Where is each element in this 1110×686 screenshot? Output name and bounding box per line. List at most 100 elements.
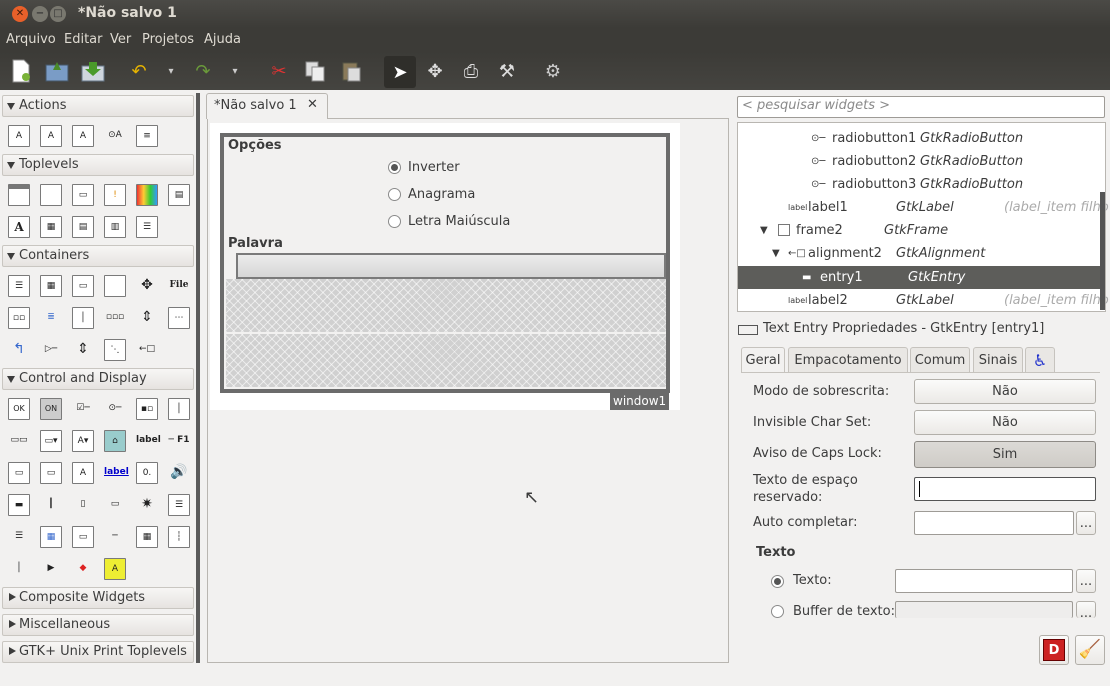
assistant-icon[interactable]: ▥ [104, 216, 126, 238]
tab-geral[interactable]: Geral [741, 347, 785, 373]
combo-text-icon[interactable]: A▾ [72, 430, 94, 452]
color-dialog-icon[interactable] [136, 184, 158, 206]
accel-label-icon[interactable]: ─ F1 [168, 430, 190, 452]
search-widgets-input[interactable]: < pesquisar widgets > [737, 96, 1105, 118]
spinner-icon[interactable]: ✷ [136, 494, 158, 516]
menu-ver[interactable]: Ver [110, 32, 131, 47]
vseparator-icon[interactable]: │ [8, 558, 30, 580]
toggle-action-icon[interactable]: A [40, 125, 62, 147]
combo-entry-icon[interactable]: ▭▾ [40, 430, 62, 452]
textview-icon[interactable]: ☰ [168, 494, 190, 516]
tree-row[interactable]: ⊙─ radiobutton1 GtkRadioButton [738, 127, 1104, 150]
action-icon[interactable]: A [8, 125, 30, 147]
fixed-icon[interactable]: ✥ [136, 275, 158, 297]
tab-accessibility-icon[interactable]: ♿ [1025, 347, 1055, 373]
frame-icon[interactable] [104, 275, 126, 297]
undo-dropdown-icon[interactable]: ▾ [158, 58, 184, 84]
redo-icon[interactable]: ↷ [190, 58, 216, 84]
vscrollbar-icon[interactable]: ▯ [72, 494, 94, 516]
preferences-gears-icon[interactable]: ⚙ [540, 58, 566, 84]
minimize-icon[interactable]: − [32, 6, 48, 22]
radio-action-icon[interactable]: A [72, 125, 94, 147]
paste-icon[interactable] [338, 58, 364, 84]
category-gtk-unix-print[interactable]: GTK+ Unix Print Toplevels [2, 641, 194, 663]
notebook-icon[interactable]: ▭ [72, 275, 94, 297]
texto-radio[interactable] [771, 575, 784, 588]
buffer-radio[interactable] [771, 605, 784, 618]
layout-icon[interactable]: ⋱ [104, 339, 126, 361]
clear-broom-icon[interactable]: 🧹 [1075, 635, 1105, 665]
tab-comum[interactable]: Comum [910, 347, 970, 373]
tree-scrollbar[interactable] [1100, 192, 1105, 310]
maximize-icon[interactable]: □ [50, 6, 66, 22]
status-icon-icon[interactable]: A [104, 558, 126, 580]
placeholder-text-input[interactable] [914, 477, 1096, 501]
tree-row[interactable]: label label1 GtkLabel (label_item filho [738, 196, 1109, 219]
tree-row[interactable]: ⊙─ radiobutton2 GtkRadioButton [738, 150, 1104, 173]
about-dialog-icon[interactable]: ▦ [40, 216, 62, 238]
recent-action-icon[interactable]: ⊙A [104, 125, 126, 147]
palette-divider[interactable] [196, 93, 200, 663]
dialog-icon[interactable]: ▭ [72, 184, 94, 206]
tree-view-icon[interactable]: ☰ [8, 526, 30, 548]
radio-button-icon[interactable]: ⊙─ [104, 398, 126, 420]
buffer-ellipsis-button[interactable]: ... [1076, 601, 1096, 621]
category-miscellaneous[interactable]: Miscellaneous [2, 614, 194, 636]
font-dialog-icon[interactable]: A [8, 216, 30, 238]
recent-chooser-icon[interactable]: ▤ [72, 216, 94, 238]
menu-ajuda[interactable]: Ajuda [204, 32, 241, 47]
expander-icon[interactable]: ⇕ [136, 307, 158, 329]
drag-camera-icon[interactable]: ⎙ [458, 58, 484, 84]
tree-row-selected[interactable]: ▬ entry1 GtkEntry [738, 266, 1104, 289]
statusbar-icon[interactable]: ▭ [72, 526, 94, 548]
category-control-display[interactable]: Control and Display [2, 368, 194, 390]
menu-arquivo[interactable]: Arquivo [6, 32, 56, 47]
cut-icon[interactable]: ✂ [266, 58, 292, 84]
copy-icon[interactable] [302, 58, 328, 84]
placeholder-slot[interactable] [226, 334, 666, 387]
tab-close-icon[interactable]: ✕ [307, 97, 318, 112]
action-group-icon[interactable]: ≡ [136, 125, 158, 147]
menu-projetos[interactable]: Projetos [142, 32, 194, 47]
tab-empacotamento[interactable]: Empacotamento [788, 347, 908, 373]
open-file-icon[interactable] [44, 58, 70, 84]
auto-complete-input[interactable] [914, 511, 1074, 535]
image-icon[interactable]: ⌂ [104, 430, 126, 452]
auto-complete-ellipsis-button[interactable]: ... [1076, 511, 1096, 535]
drag-tool-icon[interactable]: ⚒ [494, 58, 520, 84]
entry1-preview[interactable] [236, 253, 666, 279]
toolbar-icon[interactable]: ≣ [40, 307, 62, 329]
button-icon[interactable]: OK [8, 398, 30, 420]
radio-inverter[interactable] [388, 161, 401, 174]
app-chooser-icon[interactable]: ☰ [136, 216, 158, 238]
texto-ellipsis-button[interactable]: ... [1076, 569, 1096, 593]
category-toplevels[interactable]: Toplevels [2, 154, 194, 176]
undo-icon[interactable]: ↶ [126, 58, 152, 84]
link-button-icon[interactable]: label [104, 462, 129, 484]
placeholder-slot[interactable] [226, 279, 666, 332]
drawing-area-icon[interactable]: ◆ [72, 558, 94, 580]
toggle-button-icon[interactable]: ON [40, 398, 62, 420]
text-button-icon[interactable]: A [72, 462, 94, 484]
tab-sinais[interactable]: Sinais [973, 347, 1023, 373]
hscale-icon[interactable]: ▬ [8, 494, 30, 516]
category-containers[interactable]: Containers [2, 245, 194, 267]
vbox-icon[interactable]: ☰ [8, 275, 30, 297]
devhelp-icon[interactable]: D [1039, 635, 1069, 665]
alignment-icon[interactable]: ↰ [8, 339, 30, 361]
redo-dropdown-icon[interactable]: ▾ [222, 58, 248, 84]
tool-palette-icon[interactable]: ▫▫▫ [104, 307, 126, 329]
entry-icon[interactable]: │ [168, 398, 190, 420]
grid-icon[interactable]: ⋯ [168, 307, 190, 329]
caps-lock-toggle[interactable]: Sim [914, 441, 1096, 468]
spin-button-icon[interactable]: ▪▫ [136, 398, 158, 420]
expander2-icon[interactable]: ▷─ [40, 339, 62, 361]
file-dialog-icon[interactable]: ▤ [168, 184, 190, 206]
drag-resize-icon[interactable]: ✥ [422, 58, 448, 84]
radio-letra-maiuscula[interactable] [388, 215, 401, 228]
icon-view-icon[interactable]: ▦ [40, 526, 62, 548]
new-file-icon[interactable] [8, 58, 34, 84]
font-button-icon[interactable]: ▭ [8, 462, 30, 484]
button-box-icon[interactable]: ▫▫ [8, 307, 30, 329]
texto-input[interactable] [895, 569, 1073, 593]
